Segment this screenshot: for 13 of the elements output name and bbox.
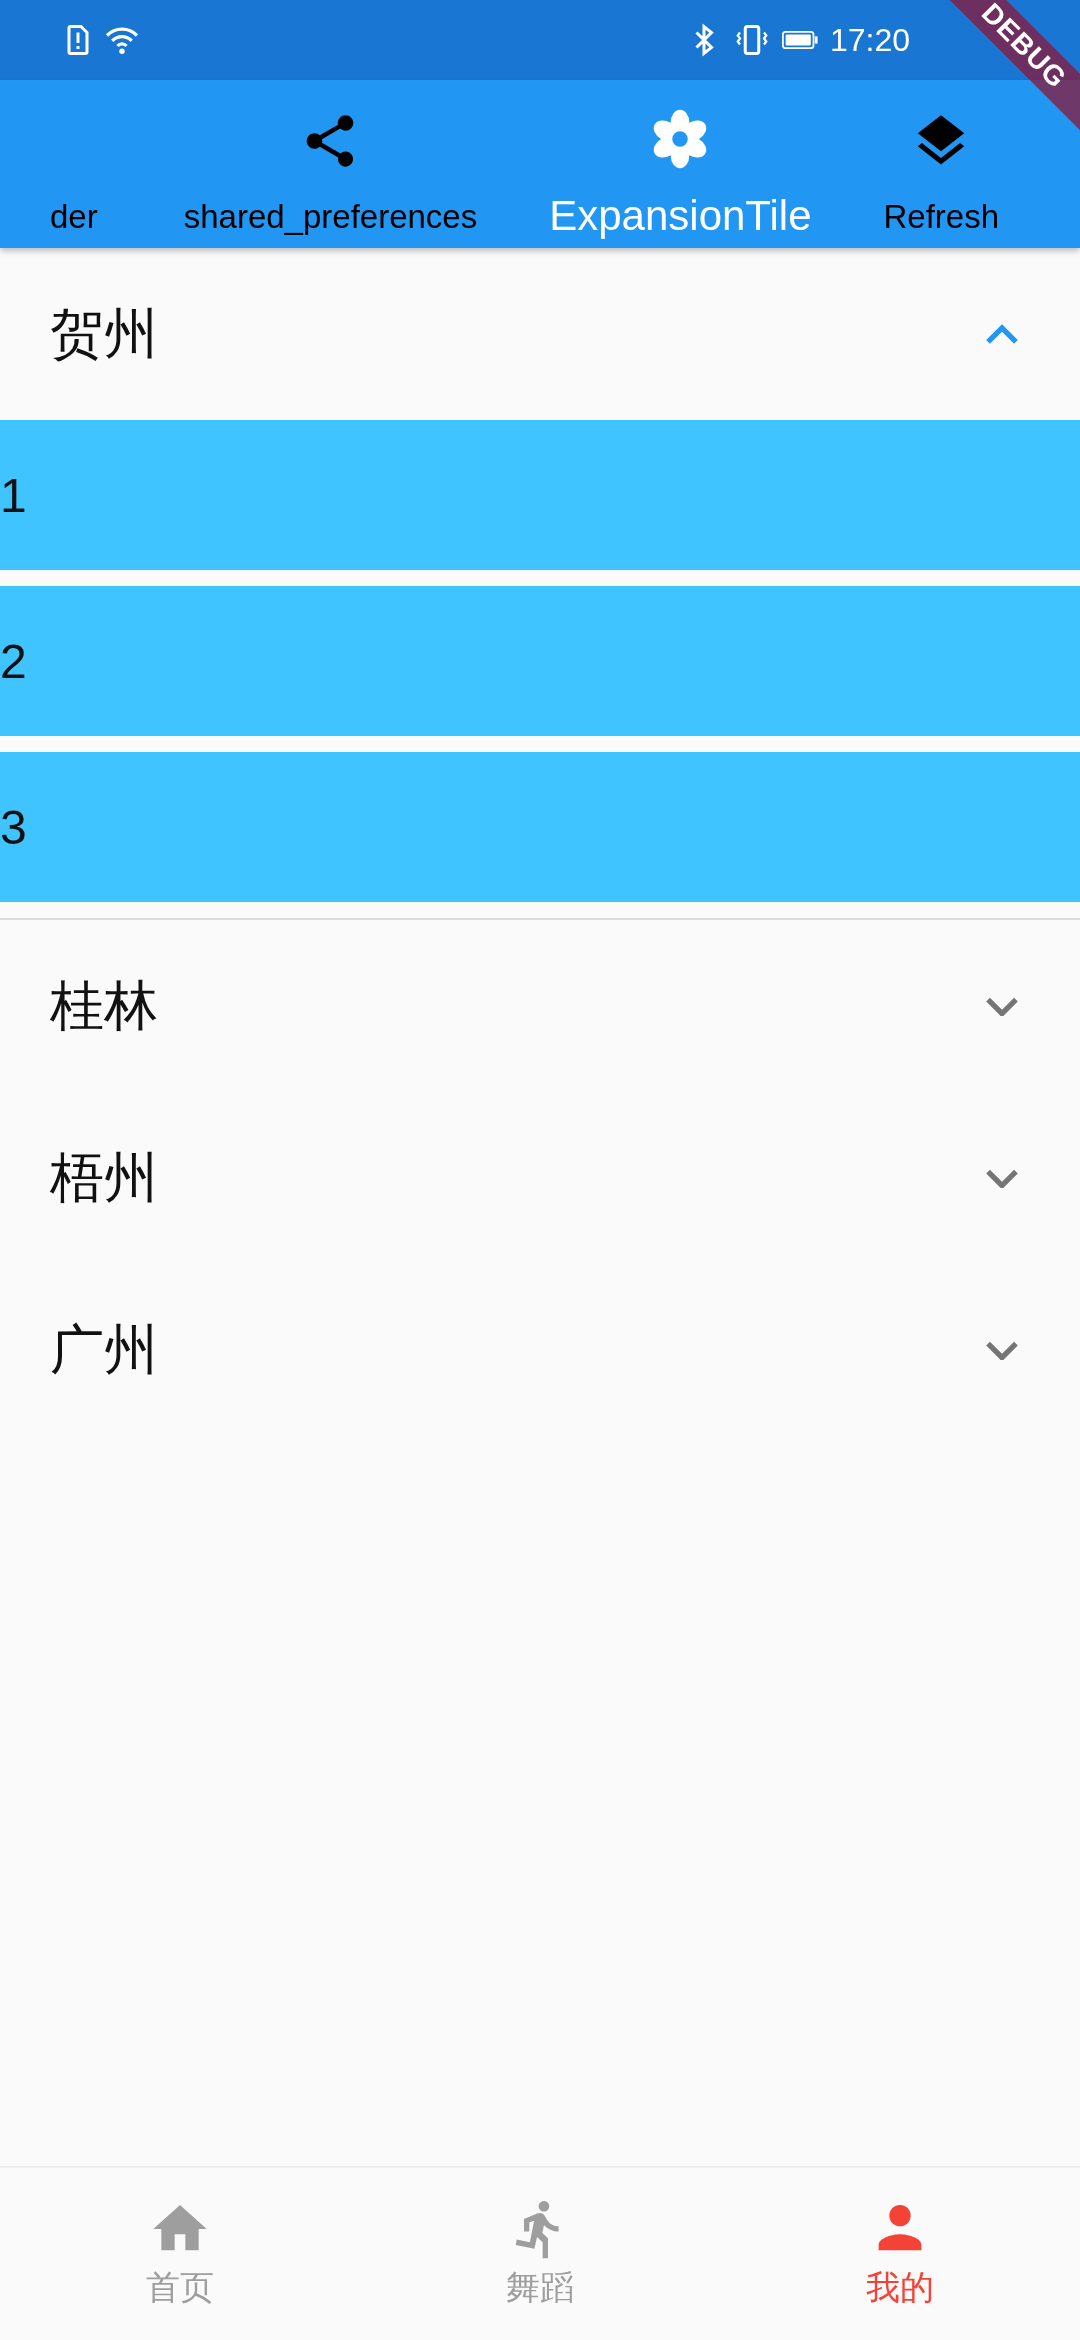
- tab[interactable]: Refresh: [847, 80, 1036, 248]
- tab[interactable]: der: [0, 80, 148, 248]
- list-item[interactable]: 1: [0, 420, 1080, 570]
- expansion-tile-header[interactable]: 贺州: [0, 248, 1080, 420]
- list-item[interactable]: 2: [0, 586, 1080, 736]
- vibrate-icon: [733, 22, 770, 58]
- tab[interactable]: shared_preferences: [147, 80, 514, 248]
- status-time: 17:20: [829, 21, 910, 59]
- list-item[interactable]: 3: [0, 752, 1080, 902]
- expansion-tile-header[interactable]: 梧州: [0, 1092, 1080, 1264]
- expansion-tile-header[interactable]: 广州: [0, 1264, 1080, 1436]
- nav-item[interactable]: 我的: [720, 2168, 1080, 2340]
- expansion-tile-header[interactable]: 桂林: [0, 920, 1080, 1092]
